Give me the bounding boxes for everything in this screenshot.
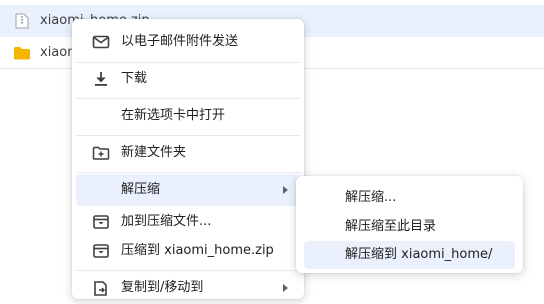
mail-icon — [92, 33, 110, 51]
menu-divider — [76, 135, 300, 136]
submenu-item-extract-to-folder[interactable]: 解压缩到 xiaomi_home/ — [304, 241, 515, 269]
archive-icon — [92, 213, 110, 231]
menu-divider — [76, 172, 300, 173]
submenu-item-extract-dialog[interactable]: 解压缩... — [304, 184, 515, 212]
menu-item-add-to-archive[interactable]: 加到压缩文件... — [76, 206, 300, 238]
menu-item-label: 解压缩 — [121, 182, 161, 197]
menu-item-compress-to-zip[interactable]: 压缩到 xiaomi_home.zip — [76, 235, 300, 267]
menu-item-copy-move[interactable]: 复制到/移动到 — [76, 272, 300, 304]
chevron-right-icon — [283, 186, 288, 194]
menu-item-label: 新建文件夹 — [121, 145, 187, 160]
menu-item-label: 下载 — [121, 71, 148, 86]
menu-item-label: 加到压缩文件... — [121, 214, 212, 229]
zip-file-icon — [15, 13, 29, 29]
new-folder-icon — [92, 144, 110, 162]
menu-item-label: 以电子邮件附件发送 — [121, 34, 239, 49]
folder-icon — [13, 46, 31, 62]
menu-divider — [76, 98, 300, 99]
menu-item-label: 在新选项卡中打开 — [121, 108, 226, 123]
menu-item-send-email[interactable]: 以电子邮件附件发送 — [76, 26, 300, 58]
download-icon — [92, 70, 110, 88]
copy-move-icon — [92, 279, 110, 297]
menu-item-download[interactable]: 下载 — [76, 63, 300, 95]
menu-divider — [76, 270, 300, 271]
submenu-item-extract-here[interactable]: 解压缩至此目录 — [304, 213, 515, 241]
menu-item-open-new-tab[interactable]: 在新选项卡中打开 — [76, 100, 300, 132]
menu-item-label: 压缩到 xiaomi_home.zip — [121, 243, 274, 258]
menu-item-extract[interactable]: 解压缩 — [76, 174, 300, 206]
menu-item-label: 复制到/移动到 — [121, 280, 204, 295]
archive-icon — [92, 242, 110, 260]
context-menu: 以电子邮件附件发送 下载 在新选项卡中打开 新建文件夹 解压缩 加到压缩文件..… — [72, 19, 304, 299]
submenu-item-label: 解压缩... — [345, 190, 397, 205]
extract-submenu: 解压缩... 解压缩至此目录 解压缩到 xiaomi_home/ — [296, 176, 523, 273]
chevron-right-icon — [283, 284, 288, 292]
submenu-item-label: 解压缩到 xiaomi_home/ — [345, 247, 493, 262]
menu-item-new-folder[interactable]: 新建文件夹 — [76, 137, 300, 169]
submenu-item-label: 解压缩至此目录 — [345, 219, 437, 234]
